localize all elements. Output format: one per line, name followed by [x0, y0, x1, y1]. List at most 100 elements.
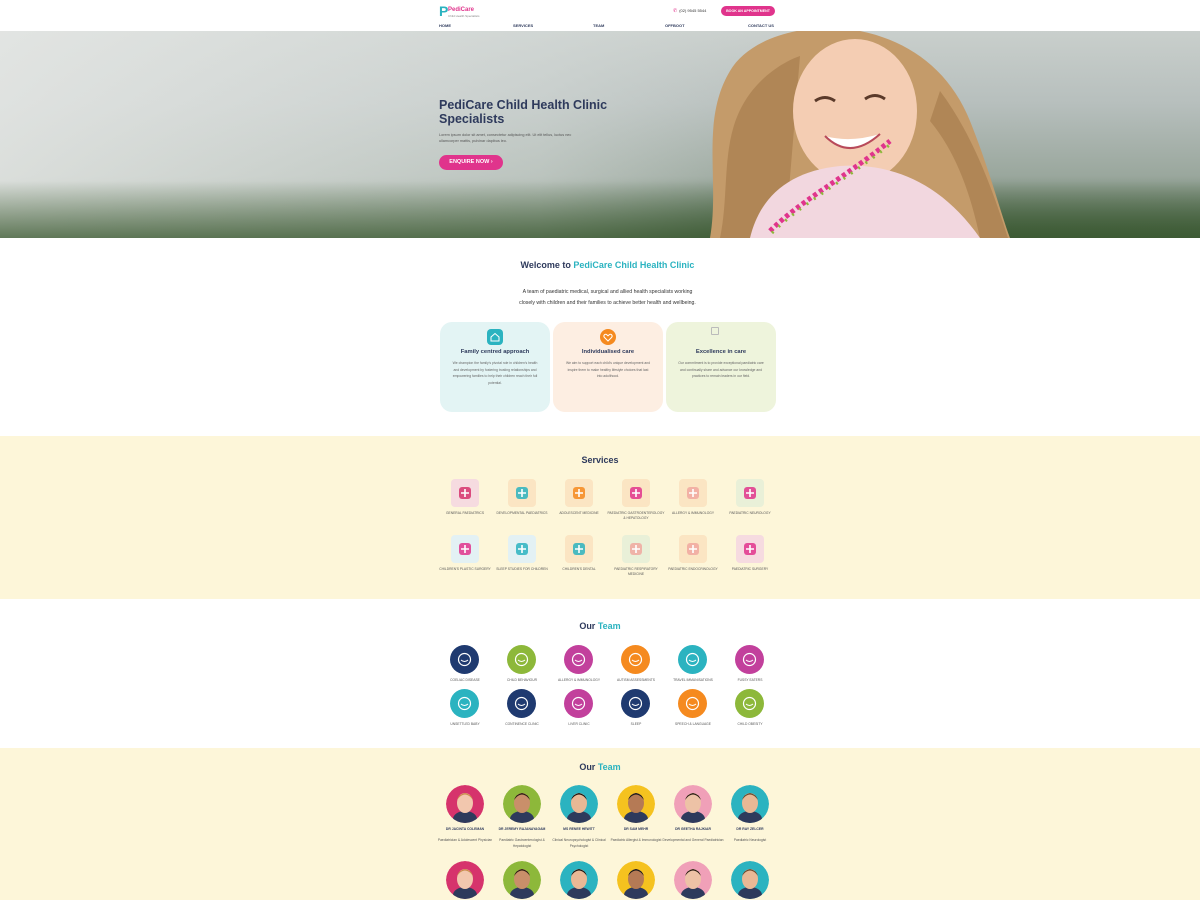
logo[interactable]: P PediCare Child Health Specialists	[439, 3, 480, 19]
service-icon	[679, 479, 707, 507]
doctor-role: Developmental and General Paediatrician	[662, 838, 724, 842]
team-focus-label: AUTISM ASSESSMENTS	[617, 678, 655, 682]
team-focus-icon	[507, 689, 536, 718]
service-icon	[508, 535, 536, 563]
doctor-photo	[503, 861, 541, 899]
team-focus-icon	[450, 689, 479, 718]
service-icon	[451, 535, 479, 563]
welcome-title-highlight: PediCare Child Health Clinic	[573, 260, 695, 270]
team-focus-label: UNSETTLED BABY	[450, 722, 480, 726]
service-label: PAEDIATRIC RESPIRATORY MEDICINE	[614, 567, 658, 576]
team-focus-icon	[621, 689, 650, 718]
services-section: Services GENERAL PAEDIATRICS DEVELOPMENTA…	[0, 436, 1200, 599]
service-icon	[622, 535, 650, 563]
card-text: We champion the family's pivotal role in…	[452, 361, 538, 385]
heart-icon	[600, 329, 616, 345]
card-individualised: Individualised care We aim to support ea…	[553, 322, 663, 412]
service-icon	[565, 479, 593, 507]
nav-services[interactable]: SERVICES	[513, 23, 533, 28]
hero-banner: PediCare Child Health Clinic Specialists…	[0, 31, 1200, 238]
team-focus-icon	[507, 645, 536, 674]
service-icon	[451, 479, 479, 507]
team-focus-label: FUSSY EATERS	[737, 678, 763, 682]
team-focus-icon	[678, 689, 707, 718]
doctor-name: DR GEETHA RAJKIAR	[675, 827, 711, 831]
team-title-prefix: Our	[579, 621, 598, 631]
doctor-role: Paediatric Neurologist	[733, 838, 767, 842]
team-focus-label: SLEEP	[630, 722, 642, 726]
book-appointment-button[interactable]: BOOK AN APPOINTMENT	[721, 6, 775, 16]
doctors-title: Our Team	[0, 762, 1200, 772]
doctor-role: Paediatrician & Adolescent Physician	[437, 838, 493, 842]
card-excellence: Excellence in care Our commitment is to …	[666, 322, 776, 412]
doctors-title-highlight: Team	[597, 762, 621, 772]
logo-tagline: Child Health Specialists	[448, 14, 480, 18]
service-icon	[679, 535, 707, 563]
page: P PediCare Child Health Specialists ✆ (02…	[0, 0, 1200, 900]
doctor-photo	[674, 785, 712, 823]
service-label: DEVELOPMENTAL PAEDIATRICS	[496, 511, 548, 515]
doctor-name: DR JACINTA COLEMAN	[445, 827, 485, 831]
team-focus-icon	[621, 645, 650, 674]
phone-link[interactable]: ✆ (02) 9545 5544	[673, 8, 706, 14]
service-icon	[508, 479, 536, 507]
team-focus-icon	[564, 645, 593, 674]
team-focus-label: CHILD OBESITY	[737, 722, 763, 726]
nav-team[interactable]: TEAM	[593, 23, 604, 28]
team-focus-icon	[450, 645, 479, 674]
service-label: ALLERGY & IMMUNOLOGY	[671, 511, 715, 515]
hero-girl-image	[710, 31, 1010, 238]
card-text: We aim to support each child's unique de…	[565, 361, 651, 378]
team-focus-label: CHILD BEHAVIOUR	[507, 678, 537, 682]
team-focus-icon	[735, 645, 764, 674]
team-focus-label: COELIAC DISEASE	[450, 678, 480, 682]
welcome-text: A team of paediatric medical, surgical a…	[519, 289, 696, 306]
logo-letter: P	[439, 3, 449, 19]
service-label: PAEDIATRIC SURGERY	[731, 567, 769, 571]
doctor-photo	[446, 785, 484, 823]
phone-icon: ✆	[673, 8, 678, 14]
doctor-photo	[617, 861, 655, 899]
service-label: CHILDREN'S DENTAL	[562, 567, 596, 571]
enquire-now-button[interactable]: ENQUIRE NOW ›	[439, 155, 503, 170]
team-title: Our Team	[0, 621, 1200, 631]
service-icon	[622, 479, 650, 507]
doctor-photo	[560, 861, 598, 899]
doctor-role: Paediatric Allergist & Immunologist	[610, 838, 662, 842]
service-label: ADOLESCENT MEDICINE	[559, 511, 599, 515]
hero-title: PediCare Child Health Clinic Specialists	[439, 98, 608, 126]
team-focus-label: SPEECH & LANGUAGE	[675, 722, 711, 726]
card-title: Excellence in care	[695, 349, 747, 355]
card-family-centred: Family centred approach We champion the …	[440, 322, 550, 412]
doctor-role: Paediatric Gastroenterologist & Hepatolo…	[499, 838, 545, 848]
service-label: GENERAL PAEDIATRICS	[445, 511, 485, 515]
doctor-photo	[731, 785, 769, 823]
doctor-photo	[674, 861, 712, 899]
welcome-title-prefix: Welcome to	[520, 260, 574, 270]
service-label: PAEDIATRIC NEUROLOGY	[729, 511, 771, 515]
nav-offboot[interactable]: OFFBOOT	[665, 23, 685, 28]
nav-contact-us[interactable]: CONTACT US	[748, 23, 774, 28]
doctor-role: Clinical Neuropsychologist & Clinical Ps…	[552, 838, 606, 848]
team-focus-label: ALLERGY & IMMUNOLOGY	[557, 678, 601, 682]
logo-name: PediCare	[448, 7, 475, 13]
team-focus-icon	[564, 689, 593, 718]
nav-home[interactable]: HOME	[439, 23, 451, 28]
team-focus-label: CONTINENCE CLINIC	[505, 722, 539, 726]
services-title: Services	[581, 455, 619, 465]
service-icon	[736, 535, 764, 563]
doctor-name: DR RAY ZELCER	[736, 827, 764, 831]
doctor-photo	[731, 861, 769, 899]
doctor-name: DR JEREMY RAJANAYAGAM	[498, 827, 546, 831]
team-focus-icon	[735, 689, 764, 718]
card-title: Family centred approach	[460, 349, 530, 355]
house-icon	[487, 329, 503, 345]
service-icon	[565, 535, 593, 563]
service-label: PAEDIATRIC ENDOCRINOLOGY	[668, 567, 718, 571]
service-icon	[736, 479, 764, 507]
doctor-photo	[446, 861, 484, 899]
welcome-title: Welcome to PediCare Child Health Clinic	[510, 260, 705, 270]
team-focus-label: LIVER CLINIC	[568, 722, 590, 726]
doctor-photo	[503, 785, 541, 823]
doctor-name: MS RENEE HEWITT	[563, 827, 595, 831]
